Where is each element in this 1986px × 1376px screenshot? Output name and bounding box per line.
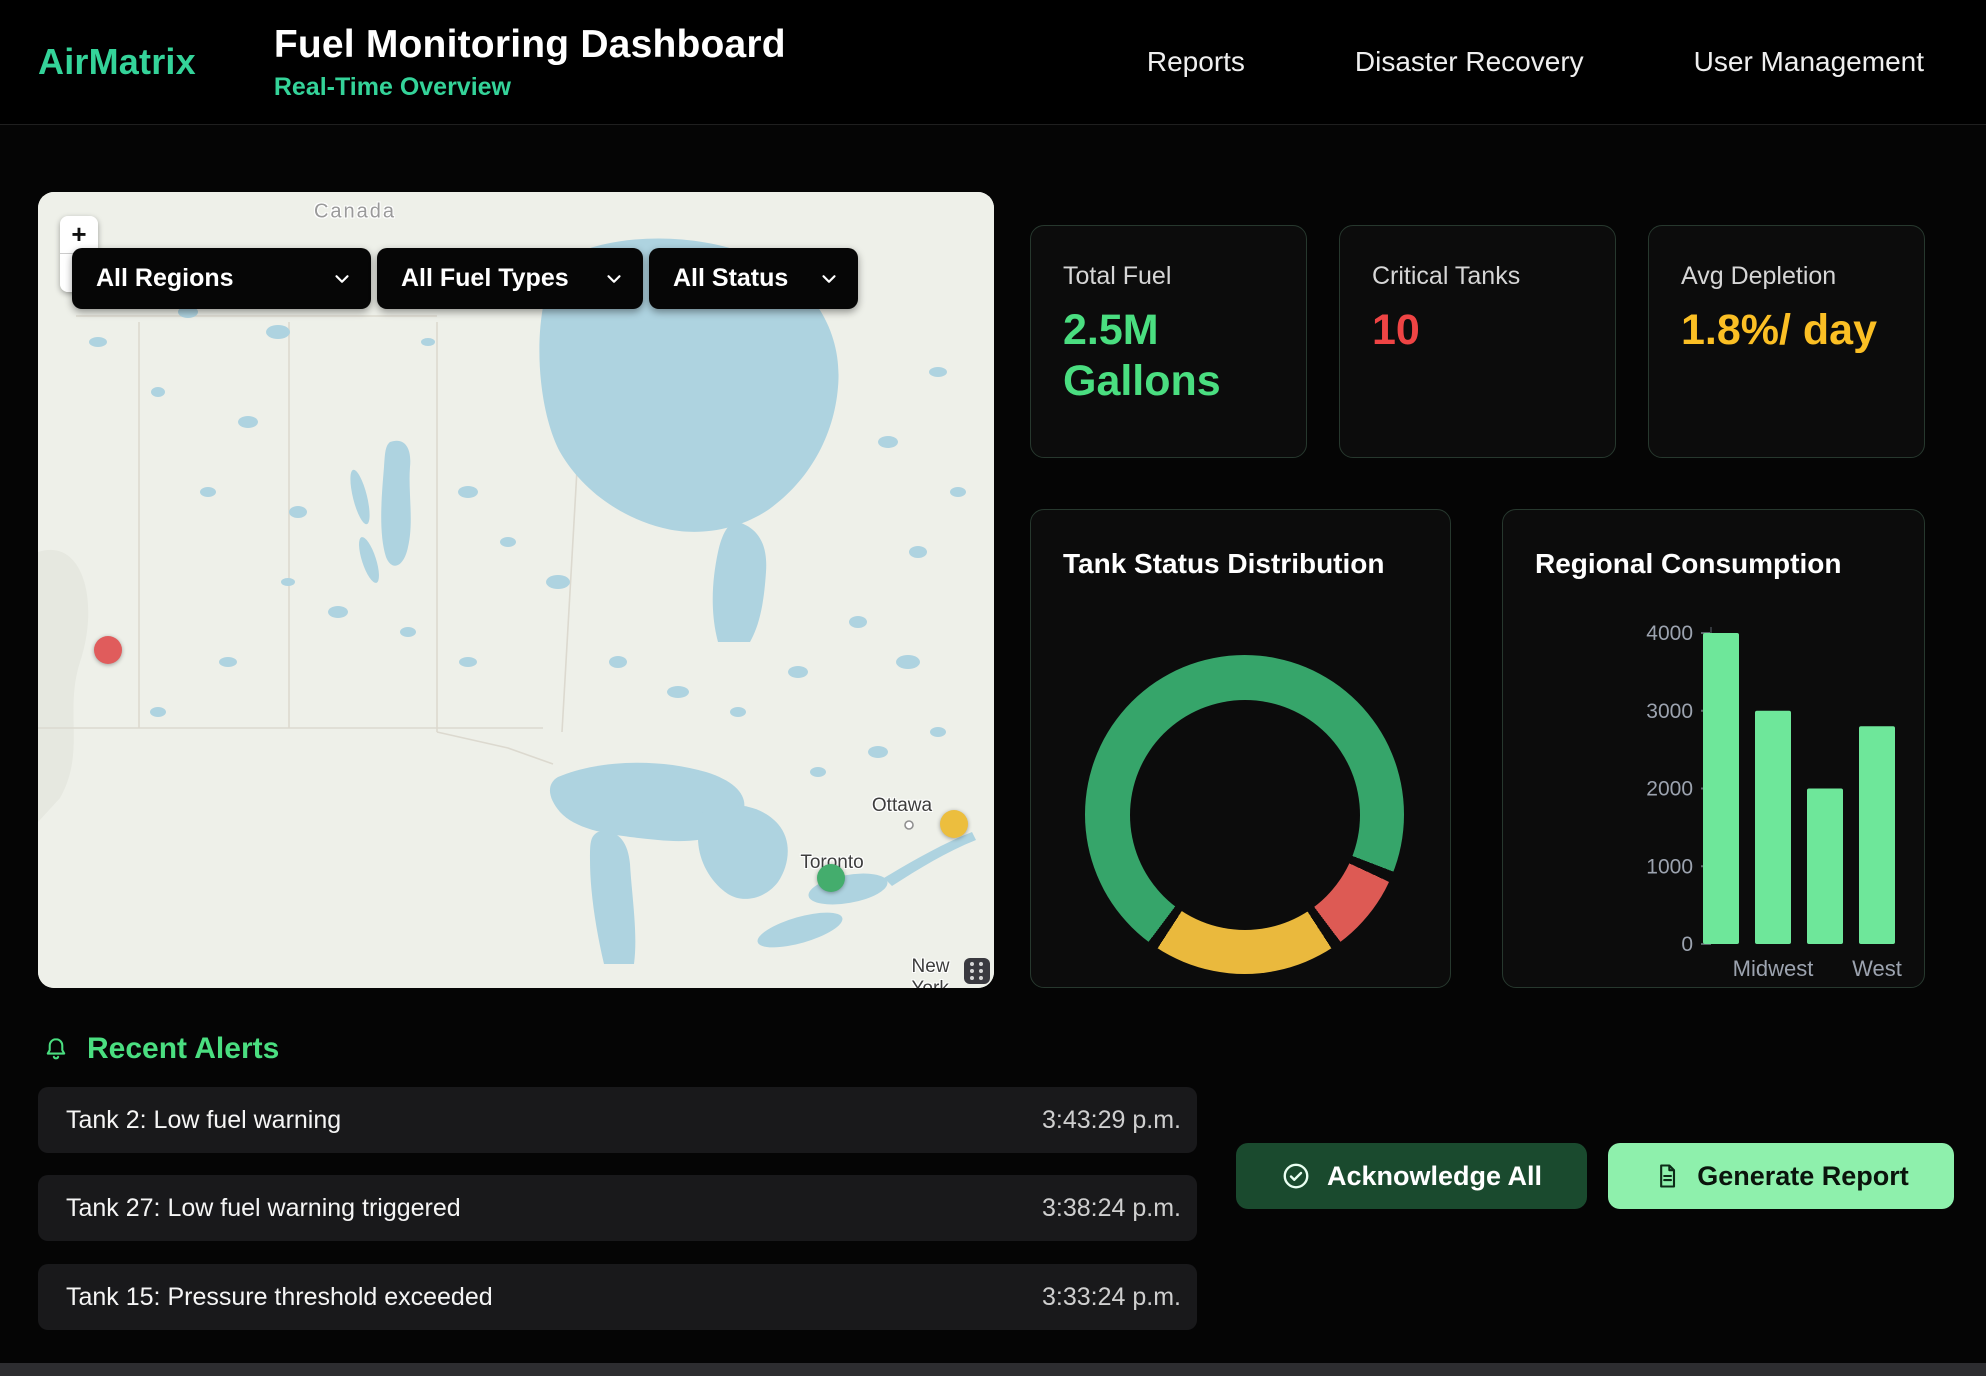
stats-row: Total Fuel 2.5M Gallons Critical Tanks 1… [1030,225,1925,458]
fuel-type-filter-dropdown[interactable]: All Fuel Types [377,248,643,309]
consumption-bar-1 [1755,711,1791,944]
stat-label: Critical Tanks [1372,262,1583,291]
alert-timestamp: 3:33:24 p.m. [1042,1283,1181,1312]
svg-text:1000: 1000 [1646,855,1693,878]
alert-message: Tank 27: Low fuel warning triggered [66,1194,461,1223]
consumption-bar-0 [1703,633,1739,944]
generate-report-label: Generate Report [1697,1161,1909,1192]
regional-consumption-bar-chart: 4000 3000 2000 1000 0 Midwest West [1503,510,1925,988]
alert-message: Tank 2: Low fuel warning [66,1106,341,1135]
acknowledge-all-label: Acknowledge All [1327,1161,1542,1192]
stat-card-avg-depletion: Avg Depletion 1.8%/ day [1648,225,1925,458]
stat-card-total-fuel: Total Fuel 2.5M Gallons [1030,225,1307,458]
tank-marker-critical[interactable] [94,636,122,664]
app-header: AirMatrix Fuel Monitoring Dashboard Real… [0,0,1986,125]
region-filter-dropdown[interactable]: All Regions [72,248,371,309]
chevron-down-icon [331,268,353,290]
region-filter-value: All Regions [96,264,234,293]
map-label-canada: Canada [314,201,396,224]
svg-text:3000: 3000 [1646,700,1693,723]
nav-disaster-recovery[interactable]: Disaster Recovery [1355,46,1584,78]
stat-value: 10 [1372,305,1583,356]
fuel-map[interactable]: Canada Ottawa Toronto New York + − All R… [38,192,994,988]
acknowledge-all-button[interactable]: Acknowledge All [1236,1143,1587,1209]
app-logo: AirMatrix [38,41,196,83]
main-content: Canada Ottawa Toronto New York + − All R… [0,125,1986,1376]
charts-row: Tank Status Distribution Regional Consum… [1030,509,1925,988]
check-circle-icon [1281,1161,1311,1191]
stat-value: 2.5M Gallons [1063,305,1274,406]
nav-reports[interactable]: Reports [1147,46,1245,78]
recent-alerts-heading: Recent Alerts [43,1032,279,1066]
status-filter-dropdown[interactable]: All Status [649,248,858,309]
generate-report-button[interactable]: Generate Report [1608,1143,1954,1209]
map-label-new-york: New York [912,956,967,988]
stat-label: Avg Depletion [1681,262,1892,291]
chart-title: Tank Status Distribution [1063,548,1418,580]
stat-card-critical-tanks: Critical Tanks 10 [1339,225,1616,458]
svg-text:West: West [1852,956,1902,981]
regional-consumption-card: Regional Consumption 40003000200010000Mi… [1502,509,1925,988]
alert-row[interactable]: Tank 15: Pressure threshold exceeded 3:3… [38,1264,1197,1330]
svg-text:0: 0 [1681,933,1693,956]
page-subtitle: Real-Time Overview [274,73,786,102]
recent-alerts-title: Recent Alerts [87,1032,279,1066]
tank-marker-normal[interactable] [817,864,845,892]
tank-marker-warning[interactable] [940,810,968,838]
stat-label: Total Fuel [1063,262,1274,291]
alert-message: Tank 15: Pressure threshold exceeded [66,1283,493,1312]
chevron-down-icon [603,268,625,290]
nav-user-management[interactable]: User Management [1694,46,1924,78]
alert-row[interactable]: Tank 2: Low fuel warning 3:43:29 p.m. [38,1087,1197,1153]
report-document-icon [1653,1162,1681,1190]
consumption-bar-2 [1807,789,1843,945]
fuel-type-filter-value: All Fuel Types [401,264,569,293]
page-title: Fuel Monitoring Dashboard [274,23,786,67]
status-filter-value: All Status [673,264,788,293]
tank-status-donut-chart [1085,655,1404,974]
map-label-ottawa: Ottawa [872,795,932,817]
tank-status-card: Tank Status Distribution [1030,509,1451,988]
svg-text:2000: 2000 [1646,778,1693,801]
svg-text:Midwest: Midwest [1733,956,1814,981]
map-filter-row: All Regions All Fuel Types All Status [72,248,858,309]
alert-timestamp: 3:43:29 p.m. [1042,1106,1181,1135]
title-block: Fuel Monitoring Dashboard Real-Time Over… [274,23,786,102]
partial-row-strip [0,1363,1986,1376]
svg-text:4000: 4000 [1646,622,1693,645]
chevron-down-icon [818,268,840,290]
stat-value: 1.8%/ day [1681,305,1892,356]
alert-timestamp: 3:38:24 p.m. [1042,1194,1181,1223]
consumption-bar-3 [1859,726,1895,944]
main-nav: Reports Disaster Recovery User Managemen… [1147,46,1924,78]
alert-row[interactable]: Tank 27: Low fuel warning triggered 3:38… [38,1175,1197,1241]
resize-handle-icon[interactable] [964,958,990,984]
bell-icon [43,1035,69,1063]
